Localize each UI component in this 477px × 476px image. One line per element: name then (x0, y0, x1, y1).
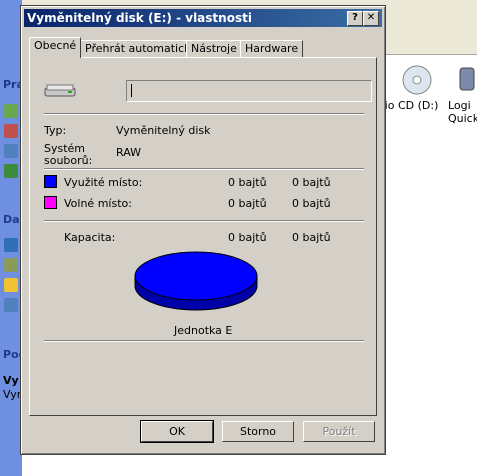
free-space-size: 0 bajtů (292, 197, 331, 210)
capacity-size: 0 bajtů (292, 231, 331, 244)
task-icon[interactable] (4, 164, 18, 178)
used-space-label: Využité místo: (64, 176, 143, 189)
separator (44, 168, 364, 170)
disk-usage-pie-chart (134, 251, 258, 311)
properties-dialog: Vyměnitelný disk (E:) - vlastnosti ? ✕ O… (20, 5, 386, 455)
close-button[interactable]: ✕ (363, 11, 379, 26)
separator (44, 220, 364, 222)
ok-button[interactable]: OK (140, 420, 214, 443)
type-label: Typ: (44, 124, 67, 137)
cd-drive-label: lio CD (D:) (381, 99, 439, 112)
tab-tools[interactable]: Nástroje (186, 40, 242, 58)
used-space-bytes: 0 bajtů (228, 176, 267, 189)
details-sub: Vyr (3, 388, 22, 401)
removable-drive-icon (44, 84, 76, 97)
cd-drive-icon (402, 65, 432, 95)
computer-icon[interactable] (4, 298, 18, 312)
folder-icon[interactable] (4, 278, 18, 292)
separator (44, 340, 364, 342)
free-space-bytes: 0 bajtů (228, 197, 267, 210)
capacity-label: Kapacita: (64, 231, 116, 244)
drive-letter-label: Jednotka E (174, 324, 233, 337)
used-space-size: 0 bajtů (292, 176, 331, 189)
tab-general[interactable]: Obecné (29, 37, 82, 58)
network-icon[interactable] (4, 238, 18, 252)
logitech-icon (459, 67, 475, 91)
tab-hardware[interactable]: Hardware (240, 40, 304, 58)
explorer-task-pane: Prá Da Pod Vy Vyr (0, 0, 27, 476)
used-space-swatch (44, 175, 57, 188)
free-space-label: Volné místo: (64, 197, 132, 210)
documents-icon[interactable] (4, 258, 18, 272)
type-value: Vyměnitelný disk (116, 124, 211, 137)
cancel-button[interactable]: Storno (222, 421, 294, 442)
general-panel: Typ: Vyměnitelný disk Systém souborů: RA… (29, 57, 377, 416)
tab-autoplay[interactable]: Přehrát automaticky (80, 40, 202, 58)
capacity-bytes: 0 bajtů (228, 231, 267, 244)
dialog-titlebar[interactable]: Vyměnitelný disk (E:) - vlastnosti ? ✕ (24, 9, 382, 27)
check-icon[interactable] (4, 104, 18, 118)
details-name: Vy (3, 374, 19, 387)
dialog-title: Vyměnitelný disk (E:) - vlastnosti (27, 11, 252, 25)
task-icon[interactable] (4, 124, 18, 138)
cd-drive-item[interactable]: lio CD (D:) (380, 64, 440, 112)
free-space-swatch (44, 196, 57, 209)
filesystem-label-line2: souborů: (44, 154, 93, 167)
other-places-title[interactable]: Da (3, 213, 20, 226)
filesystem-value: RAW (116, 146, 141, 159)
logitech-item[interactable]: Logi Quick (448, 64, 477, 125)
separator (44, 113, 364, 115)
task-icon[interactable] (4, 144, 18, 158)
help-button[interactable]: ? (347, 11, 363, 26)
drive-name-input[interactable] (126, 80, 372, 102)
apply-button[interactable]: Použít (303, 421, 375, 442)
logitech-label: Logi Quick (448, 99, 477, 125)
text-caret (131, 84, 132, 97)
